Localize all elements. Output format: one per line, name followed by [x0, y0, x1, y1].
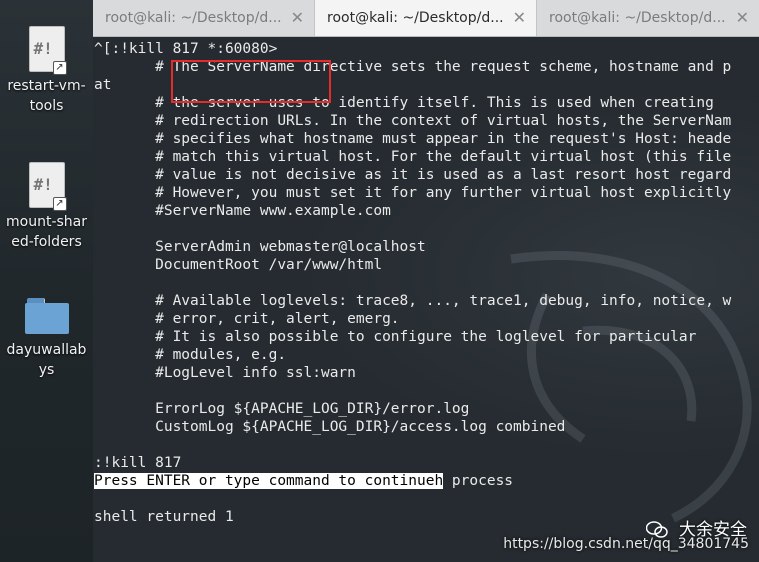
terminal-prompt-line: Press ENTER or type command to continueh…: [94, 472, 513, 490]
tab-terminal-3[interactable]: root@kali: ~/Desktop/d... ✕: [537, 0, 759, 36]
terminal-line: # value is not decisive as it is used as…: [94, 167, 732, 183]
terminal-line: # Available loglevels: trace8, ..., trac…: [94, 293, 732, 309]
desktop-icon-restart-vm-tools[interactable]: #! ↗ restart-vm-tools: [0, 26, 93, 116]
desktop-icon-label: restart-vm-tools: [7, 78, 86, 114]
tab-title: root@kali: ~/Desktop/d...: [327, 10, 504, 26]
terminal-screen[interactable]: ^[:!kill 817 *:60080> # The ServerName d…: [93, 37, 759, 562]
terminal-line: # redirection URLs. In the context of vi…: [94, 113, 732, 129]
terminal-line: :!kill 817: [94, 455, 182, 471]
terminal-line: ServerAdmin webmaster@localhost: [94, 239, 426, 255]
terminal-line: # match this virtual host. For the defau…: [94, 149, 732, 165]
terminal-line: CustomLog ${APACHE_LOG_DIR}/access.log c…: [94, 419, 566, 435]
tab-title: root@kali: ~/Desktop/d...: [105, 10, 282, 26]
desktop-icon-label: mount-shared-folders: [6, 214, 87, 250]
terminal-line: # error, crit, alert, emerg.: [94, 311, 400, 327]
tab-terminal-2-active[interactable]: root@kali: ~/Desktop/d... ✕: [315, 0, 537, 36]
terminal-line: #LogLevel info ssl:warn: [94, 365, 356, 381]
kali-dragon-watermark-icon: [510, 251, 752, 523]
highlighted-prompt: Press ENTER or type command to continueh: [94, 473, 444, 489]
terminal-line: DocumentRoot /var/www/html: [94, 257, 383, 273]
terminal-line: ErrorLog ${APACHE_LOG_DIR}/error.log: [94, 401, 470, 417]
script-file-icon: #! ↗: [28, 26, 67, 75]
close-icon[interactable]: ✕: [513, 0, 526, 36]
tab-title: root@kali: ~/Desktop/d...: [549, 10, 726, 26]
terminal-line: at: [94, 77, 112, 93]
folder-icon: [24, 298, 69, 334]
prompt-rest: process: [443, 473, 514, 489]
terminal-line: # modules, e.g.: [94, 347, 287, 363]
terminal-line: # However, you must set it for any furth…: [94, 185, 732, 201]
desktop-icon-label: dayuwallabys: [6, 342, 87, 378]
desktop: #! ↗ restart-vm-tools #! ↗ mount-shared-fo…: [0, 0, 93, 562]
desktop-icon-dayuwallabys[interactable]: dayuwallabys: [0, 298, 93, 380]
terminal-line: shell returned 1: [94, 509, 234, 525]
terminal-line: #ServerName www.example.com: [94, 203, 391, 219]
script-file-icon: #! ↗: [28, 162, 67, 211]
close-icon[interactable]: ✕: [736, 0, 749, 36]
terminal-line: # It is also possible to configure the l…: [94, 329, 697, 345]
annotation-highlight-box: [171, 60, 331, 103]
tab-bar: root@kali: ~/Desktop/d... ✕ root@kali: ~…: [93, 0, 759, 37]
source-url-watermark: https://blog.csdn.net/qq_34801745: [503, 536, 749, 552]
close-icon[interactable]: ✕: [291, 0, 304, 36]
terminal-window: root@kali: ~/Desktop/d... ✕ root@kali: ~…: [93, 0, 759, 562]
tab-terminal-1[interactable]: root@kali: ~/Desktop/d... ✕: [93, 0, 315, 36]
desktop-icon-mount-shared-folders[interactable]: #! ↗ mount-shared-folders: [0, 162, 93, 252]
terminal-line: ^[:!kill 817 *:60080>: [94, 41, 278, 57]
terminal-line: # specifies what hostname must appear in…: [94, 131, 732, 147]
